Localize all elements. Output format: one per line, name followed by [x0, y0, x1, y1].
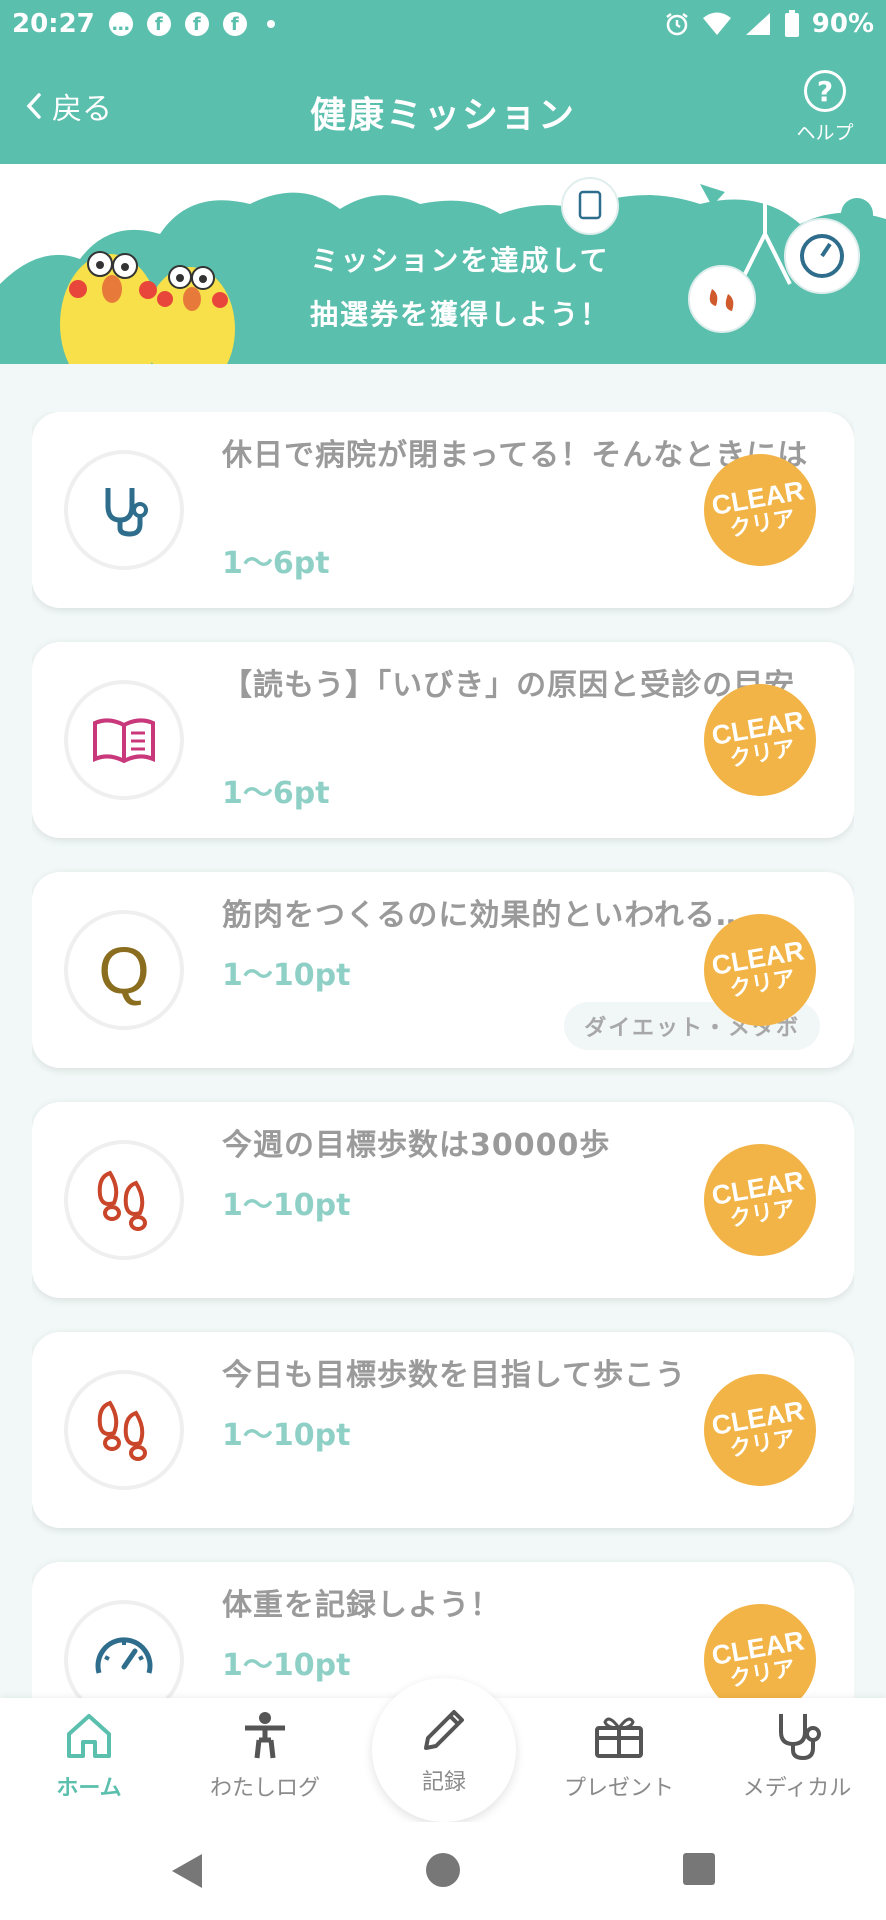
- mission-points: 1〜6pt: [222, 546, 330, 581]
- quiz-letter: Q: [98, 933, 150, 1007]
- home-nav-icon[interactable]: [425, 1852, 461, 1888]
- nav-home-label: ホーム: [56, 1776, 122, 1801]
- mission-list[interactable]: 休日で病院が閉まってる！そんなときには 1〜6pt CLEAR クリア 【読もう…: [32, 412, 854, 1698]
- mission-banner: ミッションを達成して 抽選券を獲得しよう！: [0, 164, 886, 364]
- alarm-icon: [666, 13, 688, 36]
- mission-card[interactable]: 【読もう】「いびき」の原因と受診の目安 1〜6pt CLEAR クリア: [32, 642, 854, 838]
- nav-medical-label: メディカル: [742, 1776, 852, 1801]
- mission-points: 1〜10pt: [222, 1648, 351, 1683]
- record-label: 記録: [421, 1770, 466, 1795]
- signal-icon: [745, 13, 770, 35]
- mission-card[interactable]: Q 筋肉をつくるのに効果的といわれる… 1〜10pt ダイエット・メタボ CLE…: [32, 872, 854, 1068]
- app-header: 戻る 健康ミッション ? ヘルプ: [0, 48, 886, 164]
- system-nav-bar: [0, 1822, 886, 1920]
- nav-home[interactable]: ホーム: [14, 1710, 164, 1802]
- back-nav-icon[interactable]: [170, 1852, 206, 1890]
- gift-icon: [595, 1717, 643, 1758]
- record-button[interactable]: 記録: [372, 1678, 516, 1822]
- help-label: ヘルプ: [796, 122, 854, 144]
- page-title: 健康ミッション: [309, 95, 576, 136]
- quiz-icon: Q: [64, 910, 184, 1030]
- stethoscope-icon: [779, 1714, 821, 1761]
- recents-nav-icon[interactable]: [682, 1852, 716, 1886]
- mission-points: 1〜10pt: [222, 1188, 351, 1223]
- mission-points: 1〜10pt: [222, 958, 351, 993]
- banner-line-2: 抽選券を獲得しよう！: [309, 298, 610, 331]
- mission-card[interactable]: 休日で病院が閉まってる！そんなときには 1〜6pt CLEAR クリア: [32, 412, 854, 608]
- mission-card[interactable]: 今週の目標歩数は30000歩 1〜10pt CLEAR クリア: [32, 1102, 854, 1298]
- battery-icon: [784, 10, 799, 37]
- nav-medical[interactable]: メディカル: [722, 1710, 872, 1802]
- help-button[interactable]: ? ヘルプ: [790, 70, 860, 145]
- banner-line-1: ミッションを達成して: [310, 244, 610, 277]
- mission-points: 1〜6pt: [222, 776, 330, 811]
- status-bar: 20:27 … f f f 90%: [0, 0, 886, 48]
- facebook-icon: f: [222, 12, 247, 36]
- book-icon: [64, 680, 184, 800]
- mission-card[interactable]: 今日も目標歩数を目指して歩こう 1〜10pt CLEAR クリア: [32, 1332, 854, 1528]
- mission-points: 1〜10pt: [222, 1418, 351, 1453]
- footsteps-icon: [64, 1140, 184, 1260]
- facebook-icon: f: [146, 12, 171, 36]
- banner-message: ミッションを達成して 抽選券を獲得しよう！: [0, 234, 886, 342]
- help-icon: ?: [804, 70, 846, 112]
- pencil-icon: [424, 1710, 464, 1750]
- notification-dot: [266, 20, 275, 28]
- person-icon: [245, 1712, 285, 1759]
- nav-log[interactable]: わたしログ: [190, 1710, 340, 1802]
- nav-log-label: わたしログ: [209, 1776, 320, 1801]
- facebook-icon: f: [184, 12, 209, 36]
- wifi-icon: [702, 12, 731, 35]
- chat-icon: …: [108, 12, 133, 36]
- battery-percent: 90%: [811, 9, 874, 39]
- scale-icon: [64, 1600, 184, 1698]
- nav-present-label: プレゼント: [563, 1776, 674, 1801]
- stethoscope-icon: [64, 450, 184, 570]
- nav-present[interactable]: プレゼント: [544, 1710, 694, 1802]
- status-time: 20:27: [12, 9, 95, 39]
- footsteps-icon: [64, 1370, 184, 1490]
- home-icon: [67, 1714, 111, 1758]
